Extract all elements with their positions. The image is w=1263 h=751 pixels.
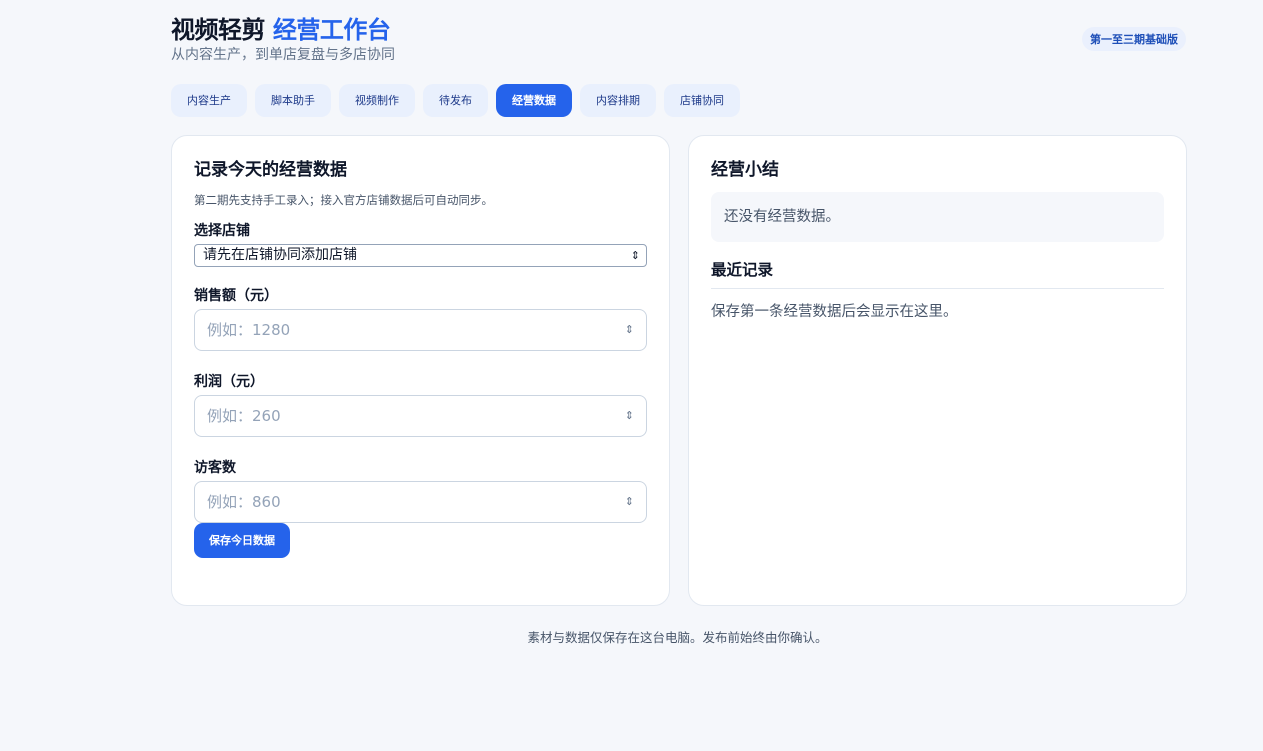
store-select[interactable]: 请先在店铺协同添加店铺 ⇕	[194, 244, 647, 267]
tab-content-production[interactable]: 内容生产	[171, 84, 247, 117]
summary-empty-box: 还没有经营数据。	[711, 192, 1164, 242]
visitors-label: 访客数	[194, 460, 236, 476]
store-label: 选择店铺	[194, 223, 250, 239]
app-name: 视频轻剪	[171, 16, 266, 44]
tab-pending-publish[interactable]: 待发布	[423, 84, 488, 117]
page-subtitle: 从内容生产，到单店复盘与多店协同	[171, 47, 395, 63]
summary-title: 经营小结	[711, 160, 779, 180]
tab-content-schedule[interactable]: 内容排期	[580, 84, 656, 117]
sales-placeholder: 例如：1280	[207, 321, 291, 339]
profit-placeholder: 例如：260	[207, 407, 281, 425]
tab-business-data[interactable]: 经营数据	[496, 84, 572, 117]
profit-input[interactable]: 例如：260 ⇕	[194, 395, 647, 437]
page-title: 视频轻剪 经营工作台	[171, 14, 395, 46]
recent-records-empty: 保存第一条经营数据后会显示在这里。	[711, 304, 958, 320]
sales-input[interactable]: 例如：1280 ⇕	[194, 309, 647, 351]
profit-stepper-icon[interactable]: ⇕	[625, 396, 634, 436]
recent-records-title: 最近记录	[711, 260, 1164, 289]
save-today-button[interactable]: 保存今日数据	[194, 523, 290, 558]
version-badge: 第一至三期基础版	[1082, 27, 1186, 51]
footer-note: 素材与数据仅保存在这台电脑。发布前始终由你确认。	[527, 630, 828, 645]
tab-bar: 内容生产 脚本助手 视频制作 待发布 经营数据 内容排期 店铺协同	[171, 84, 740, 117]
summary-card: 经营小结 还没有经营数据。 最近记录 保存第一条经营数据后会显示在这里。	[688, 135, 1187, 606]
workspace-name: 经营工作台	[272, 16, 391, 44]
tab-video-production[interactable]: 视频制作	[339, 84, 415, 117]
form-title: 记录今天的经营数据	[194, 160, 347, 180]
sales-label: 销售额（元）	[194, 288, 278, 304]
select-arrows-icon: ⇕	[630, 249, 640, 262]
visitors-input[interactable]: 例如：860 ⇕	[194, 481, 647, 523]
tab-script-assistant[interactable]: 脚本助手	[255, 84, 331, 117]
profit-label: 利润（元）	[194, 374, 264, 390]
store-select-value: 请先在店铺协同添加店铺	[203, 247, 357, 263]
form-hint: 第二期先支持手工录入；接入官方店铺数据后可自动同步。	[194, 193, 493, 207]
tab-store-collaboration[interactable]: 店铺协同	[664, 84, 740, 117]
visitors-stepper-icon[interactable]: ⇕	[625, 482, 634, 522]
sales-stepper-icon[interactable]: ⇕	[625, 310, 634, 350]
page-header: 视频轻剪 经营工作台 从内容生产，到单店复盘与多店协同	[171, 14, 395, 64]
data-entry-card: 记录今天的经营数据 第二期先支持手工录入；接入官方店铺数据后可自动同步。 选择店…	[171, 135, 670, 606]
visitors-placeholder: 例如：860	[207, 493, 281, 511]
